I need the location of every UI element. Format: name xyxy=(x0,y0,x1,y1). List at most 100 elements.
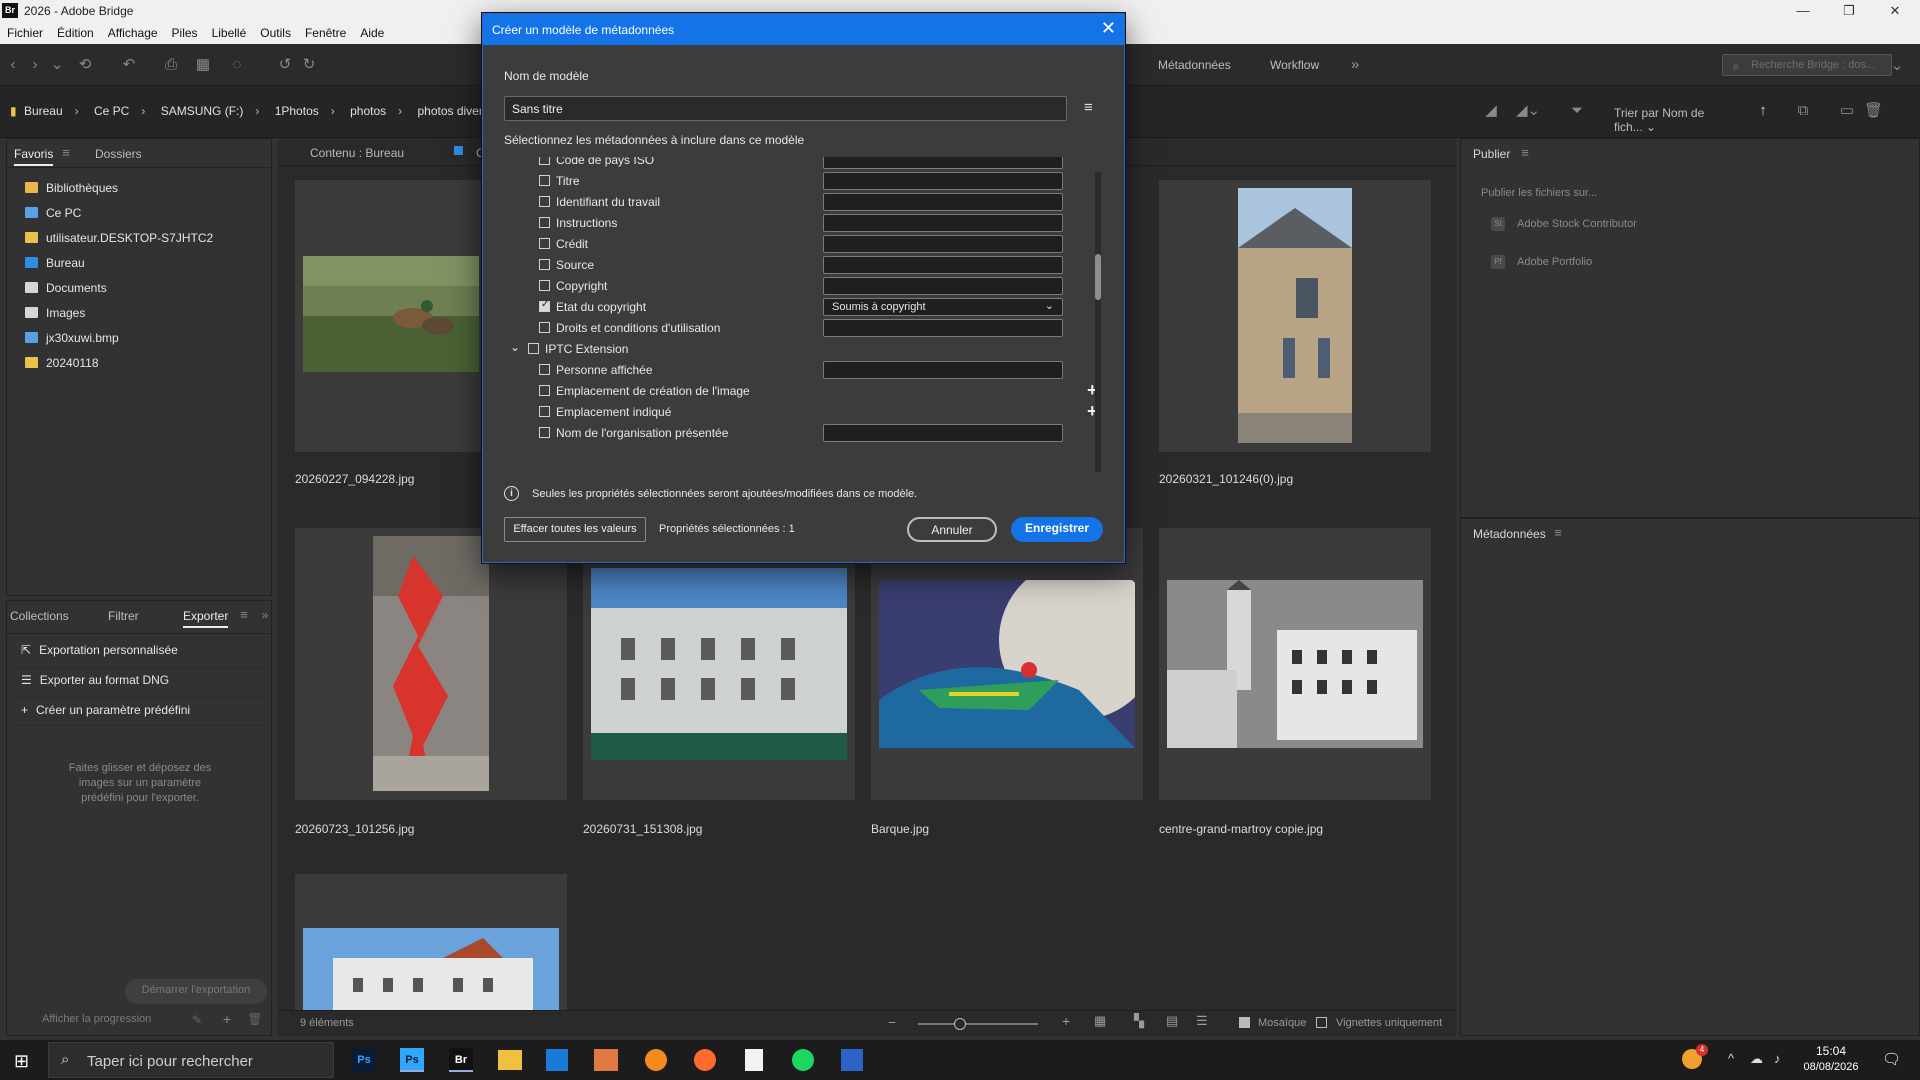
sidebar-item[interactable]: utilisateur.DESKTOP-S7JHTC2 xyxy=(25,231,213,245)
thumbnail-cell[interactable] xyxy=(1159,528,1431,800)
paint-app-icon[interactable] xyxy=(645,1049,667,1071)
rating-filter-dropdown-icon[interactable]: ◢⌄ xyxy=(1516,102,1540,120)
chevron-down-icon[interactable]: ⌄ xyxy=(1888,57,1906,75)
metadata-checkbox[interactable] xyxy=(539,385,550,396)
metadata-checkbox[interactable] xyxy=(539,175,550,186)
menu-piles[interactable]: Piles xyxy=(165,22,205,40)
restore-icon[interactable]: ❐ xyxy=(1826,1,1872,21)
show-progress-link[interactable]: Afficher la progression xyxy=(42,1013,151,1025)
metadata-checkbox[interactable] xyxy=(539,427,550,438)
thumbnail-cell[interactable] xyxy=(583,528,855,800)
crumb-bureau[interactable]: Bureau xyxy=(24,104,63,118)
metadata-value-field[interactable] xyxy=(823,256,1063,274)
close-icon[interactable]: ✕ xyxy=(1101,18,1116,39)
sidebar-item[interactable]: Bureau xyxy=(25,256,85,270)
metadata-checkbox[interactable] xyxy=(539,406,550,417)
return-icon[interactable]: ↶ xyxy=(120,56,138,74)
onedrive-icon[interactable]: ☁ xyxy=(1750,1051,1763,1067)
photoshop-icon[interactable]: Ps xyxy=(352,1048,376,1072)
metadata-checkbox[interactable] xyxy=(539,364,550,375)
panel-menu-icon[interactable]: ≡ xyxy=(1549,524,1567,542)
grid-lock-icon[interactable]: ▦ xyxy=(1094,1013,1106,1029)
metadata-checkbox[interactable] xyxy=(539,157,550,165)
metadata-checkbox[interactable] xyxy=(539,299,550,312)
spotify-icon[interactable] xyxy=(792,1049,814,1071)
back-icon[interactable]: ‹ xyxy=(4,56,22,74)
publish-service[interactable]: Adobe Stock Contributor xyxy=(1517,218,1637,230)
export-item-create-preset[interactable]: + Créer un paramètre prédéfini xyxy=(21,703,190,717)
panel-menu-icon[interactable]: ≡ xyxy=(57,144,75,162)
file-explorer-icon[interactable] xyxy=(498,1050,522,1070)
open-recent-icon[interactable]: ⧉ xyxy=(1794,102,1812,120)
close-icon[interactable]: ✕ xyxy=(1872,1,1918,21)
zoom-slider-thumb[interactable] xyxy=(954,1018,966,1030)
thumbnail-cell[interactable] xyxy=(1159,180,1431,452)
thumbnail-cell[interactable] xyxy=(295,874,567,1020)
sidebar-item[interactable]: Documents xyxy=(25,281,107,295)
metadata-value-field[interactable] xyxy=(823,214,1063,232)
metadata-value-field[interactable] xyxy=(823,277,1063,295)
menu-aide[interactable]: Aide xyxy=(353,22,391,40)
panel-menu-icon[interactable]: ≡ xyxy=(1516,144,1534,162)
forward-icon[interactable]: › xyxy=(26,56,44,74)
chevron-down-icon[interactable]: ⌄ xyxy=(510,340,520,354)
photoshop-icon[interactable]: Ps xyxy=(400,1048,424,1072)
menu-fichier[interactable]: Fichier xyxy=(0,22,50,40)
tab-collections[interactable]: Collections xyxy=(10,609,69,623)
crumb-1photos[interactable]: 1Photos xyxy=(275,104,319,118)
taskbar-search[interactable]: ⌕ Taper ici pour rechercher xyxy=(48,1042,334,1078)
zoom-out-icon[interactable]: − xyxy=(888,1014,896,1030)
metadata-checkbox[interactable] xyxy=(539,280,550,291)
metadata-value-field[interactable] xyxy=(823,424,1063,442)
tab-contenu[interactable]: Contenu : Bureau xyxy=(310,146,404,160)
tab-exporter[interactable]: Exporter xyxy=(183,609,229,628)
publish-service[interactable]: Adobe Portfolio xyxy=(1517,256,1592,268)
search-input[interactable]: Recherche Bridge : dos... xyxy=(1722,54,1892,76)
clock-date[interactable]: 08/08/2026 xyxy=(1800,1061,1862,1073)
crumb-photos[interactable]: photos xyxy=(350,104,386,118)
panel-menu-icon[interactable]: ≡ xyxy=(235,606,253,624)
minimize-icon[interactable]: — xyxy=(1780,1,1826,21)
windows-start-icon[interactable]: ⊞ xyxy=(14,1051,29,1072)
bridge-icon[interactable]: Br xyxy=(449,1048,473,1072)
metadata-checkbox[interactable] xyxy=(539,217,550,228)
thumbnail-cell[interactable] xyxy=(871,528,1143,800)
metadata-value-field[interactable] xyxy=(823,235,1063,253)
sidebar-item[interactable]: Ce PC xyxy=(25,206,81,220)
camera-icon[interactable]: ⎙ xyxy=(162,56,180,74)
metadata-checkbox[interactable] xyxy=(539,259,550,270)
rating-filter-icon[interactable]: ◢ xyxy=(1482,102,1500,120)
menu-outils[interactable]: Outils xyxy=(253,22,298,40)
history-icon[interactable]: ⟲ xyxy=(76,56,94,74)
export-item-dng[interactable]: ☰ Exporter au format DNG xyxy=(21,673,169,687)
tab-favoris[interactable]: Favoris xyxy=(14,147,54,166)
menu-fenetre[interactable]: Fenêtre xyxy=(298,22,353,40)
template-name-field[interactable]: Sans titre xyxy=(504,96,1067,121)
trash-icon[interactable]: 🗑 xyxy=(246,1010,264,1028)
edit-icon[interactable]: ✎ xyxy=(188,1011,206,1029)
refine-icon[interactable]: ▦ xyxy=(194,56,212,74)
menu-affichage[interactable]: Affichage xyxy=(101,22,165,40)
metadata-value-field[interactable] xyxy=(823,172,1063,190)
thumbnail-view-icon[interactable]: ▚ xyxy=(1134,1013,1144,1029)
metadata-checkbox[interactable] xyxy=(539,238,550,249)
volume-icon[interactable]: ♪ xyxy=(1774,1051,1781,1066)
details-view-icon[interactable]: ▤ xyxy=(1166,1013,1178,1029)
menu-libelle[interactable]: Libellé xyxy=(205,22,254,40)
start-export-button[interactable]: Démarrer l'exportation xyxy=(125,979,267,1004)
zoom-slider[interactable] xyxy=(918,1023,1038,1025)
export-item-custom[interactable]: ⇱ Exportation personnalisée xyxy=(21,643,178,657)
more-workspaces-icon[interactable]: » xyxy=(1346,56,1364,74)
metadata-value-field[interactable] xyxy=(823,193,1063,211)
list-scrollbar[interactable] xyxy=(1095,172,1101,472)
add-icon[interactable]: + xyxy=(218,1010,236,1028)
notepad-icon[interactable] xyxy=(745,1049,763,1071)
rotate-left-icon[interactable]: ↺ xyxy=(276,56,294,74)
sidebar-item[interactable]: Images xyxy=(25,306,85,320)
template-menu-icon[interactable]: ≡ xyxy=(1084,99,1093,116)
thumbs-only-checkbox[interactable] xyxy=(1316,1017,1327,1028)
clear-values-button[interactable]: Effacer toutes les valeurs xyxy=(504,517,646,542)
menu-edition[interactable]: Édition xyxy=(50,22,101,40)
metadata-value-field[interactable] xyxy=(823,157,1063,169)
workspace-workflow[interactable]: Workflow xyxy=(1270,58,1319,72)
